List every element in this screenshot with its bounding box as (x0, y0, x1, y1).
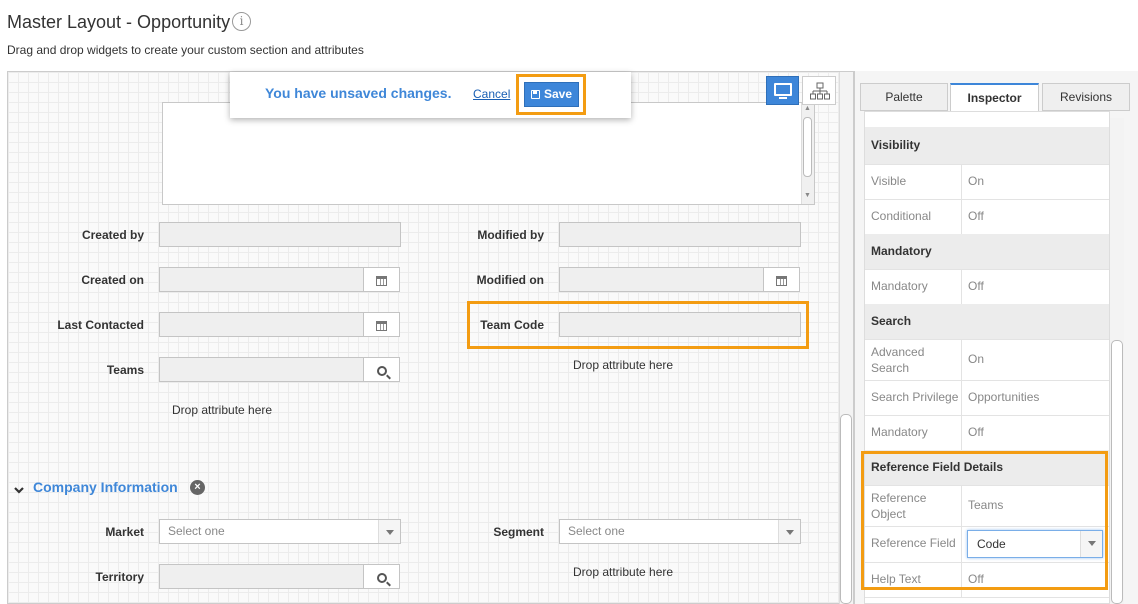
mandatory-row: Mandatory Off (865, 269, 1109, 305)
page-subtitle: Drag and drop widgets to create your cus… (7, 43, 364, 57)
search-mandatory-row: Mandatory Off (865, 415, 1109, 451)
dropdown-arrow-icon (378, 520, 400, 543)
monitor-icon (774, 83, 792, 96)
created-on-field[interactable] (159, 267, 364, 292)
drop-attribute-zone-right[interactable]: Drop attribute here (573, 358, 673, 372)
segment-select[interactable]: Select one (559, 519, 801, 544)
last-contacted-field[interactable] (159, 312, 364, 337)
created-on-calendar-button[interactable] (363, 267, 400, 292)
search-privilege-key: Search Privilege (871, 390, 959, 404)
modified-on-field[interactable] (559, 267, 764, 292)
modified-by-field[interactable] (559, 222, 801, 247)
unsaved-message: You have unsaved changes. (265, 85, 452, 101)
drop-attribute-zone-company[interactable]: Drop attribute here (573, 565, 673, 579)
territory-label: Territory (95, 570, 144, 584)
save-button-label: Save (543, 87, 573, 101)
visible-row: Visible On (865, 164, 1109, 200)
tab-inspector[interactable]: Inspector (950, 83, 1039, 111)
territory-search-button[interactable] (363, 564, 400, 589)
inspector-scroll-thumb[interactable] (1111, 340, 1123, 604)
teams-search-button[interactable] (363, 357, 400, 382)
search-privilege-value[interactable]: Opportunities (968, 380, 1039, 414)
info-icon[interactable]: i (232, 12, 251, 31)
segment-select-value: Select one (568, 524, 625, 538)
territory-field[interactable] (159, 564, 364, 589)
calendar-icon (776, 275, 787, 286)
company-information-section-title[interactable]: Company Information (33, 479, 178, 495)
canvas-scroll-thumb[interactable] (840, 414, 852, 604)
scroll-up-arrow-icon[interactable]: ▲ (803, 105, 812, 112)
cancel-link[interactable]: Cancel (473, 87, 510, 101)
modified-on-label: Modified on (476, 273, 544, 287)
team-code-field[interactable] (559, 312, 801, 337)
market-label: Market (105, 525, 144, 539)
tree-view-button[interactable] (802, 76, 836, 105)
search-privilege-row: Search Privilege Opportunities (865, 380, 1109, 416)
conditional-key: Conditional (871, 209, 932, 223)
advanced-search-value[interactable]: On (968, 352, 984, 366)
market-select[interactable]: Select one (159, 519, 401, 544)
advanced-search-key: Advanced Search (871, 345, 925, 375)
mandatory-key: Mandatory (871, 279, 928, 293)
reference-field-details-highlight-outline (861, 451, 1108, 590)
mandatory-header: Mandatory (865, 234, 1109, 270)
created-by-label: Created by (81, 228, 144, 242)
last-contacted-label: Last Contacted (57, 318, 144, 332)
calendar-icon (376, 275, 387, 286)
visibility-header: Visibility (865, 127, 1109, 165)
tab-palette[interactable]: Palette (860, 83, 948, 111)
team-code-label: Team Code (480, 318, 544, 332)
created-by-field[interactable] (159, 222, 401, 247)
tab-revisions[interactable]: Revisions (1042, 83, 1130, 111)
created-on-label: Created on (81, 273, 144, 287)
conditional-value[interactable]: Off (968, 199, 984, 233)
calendar-icon (376, 320, 387, 331)
teams-field[interactable] (159, 357, 364, 382)
advanced-search-row: Advanced Search On (865, 339, 1109, 381)
remove-section-icon[interactable]: × (190, 480, 205, 495)
search-header: Search (865, 304, 1109, 340)
conditional-row: Conditional Off (865, 199, 1109, 235)
search-icon (376, 572, 387, 583)
dropdown-arrow-icon (778, 520, 800, 543)
last-contacted-calendar-button[interactable] (363, 312, 400, 337)
hierarchy-icon (810, 82, 830, 100)
search-mandatory-key: Mandatory (871, 425, 928, 439)
search-icon (376, 365, 387, 376)
modified-on-calendar-button[interactable] (763, 267, 800, 292)
visible-key: Visible (871, 174, 907, 188)
chevron-down-icon[interactable] (14, 485, 24, 495)
modified-by-label: Modified by (477, 228, 544, 242)
page-title: Master Layout - Opportunity (7, 12, 231, 32)
segment-label: Segment (493, 525, 544, 539)
mandatory-value[interactable]: Off (968, 269, 984, 303)
textarea-scroll-thumb[interactable] (803, 117, 812, 177)
drop-attribute-zone-left[interactable]: Drop attribute here (172, 403, 272, 417)
visible-value[interactable]: On (968, 164, 984, 198)
search-mandatory-value[interactable]: Off (968, 415, 984, 449)
save-button[interactable]: Save (524, 82, 579, 107)
scroll-down-arrow-icon[interactable]: ▼ (803, 192, 812, 199)
desktop-view-button[interactable] (766, 76, 799, 105)
market-select-value: Select one (168, 524, 225, 538)
floppy-disk-icon (530, 90, 540, 99)
teams-label: Teams (106, 363, 144, 377)
